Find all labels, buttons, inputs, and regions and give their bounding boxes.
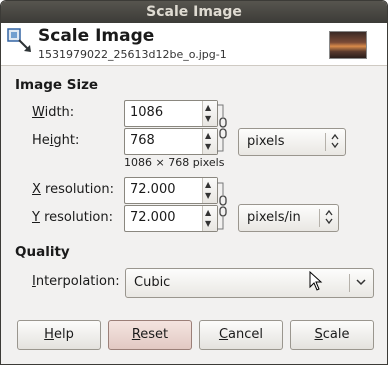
scale-image-icon [7,28,31,52]
size-unit-select[interactable]: pixels [238,128,346,156]
scale-button-label: Scale [314,327,350,342]
pixel-dimensions-text: 1086 × 768 pixels [124,156,225,169]
height-spinbutton[interactable]: 768 ▲ ▼ [124,128,218,155]
scale-image-dialog: Scale Image Scale Image 1531979022_25613… [0,0,388,365]
chevron-down-icon [355,273,367,295]
width-label: Width: [32,105,75,120]
x-resolution-value: 72.000 [130,182,176,197]
interpolation-label: Interpolation: [32,274,120,289]
help-button-label: Help [44,327,74,342]
help-button[interactable]: Help [17,320,101,350]
image-size-heading: Image Size [15,77,99,93]
spin-up-icon[interactable]: ▲ [205,103,211,113]
spin-down-icon[interactable]: ▼ [205,114,211,124]
quality-heading: Quality [15,244,70,260]
spin-down-icon[interactable]: ▼ [205,191,211,201]
interpolation-select[interactable]: Cubic [125,268,374,298]
cancel-button-label: Cancel [218,327,264,342]
cancel-button[interactable]: Cancel [199,320,283,350]
width-spinbutton[interactable]: 1086 ▲ ▼ [124,100,218,127]
spin-down-icon[interactable]: ▼ [205,142,211,152]
y-resolution-label: Y resolution: [32,210,114,225]
x-resolution-spin-arrows[interactable]: ▲ ▼ [202,178,217,203]
resolution-unit-value: pixels/in [247,210,301,225]
arrow-cursor-icon [309,271,323,291]
resolution-unit-select[interactable]: pixels/in [238,204,339,232]
dialog-header: Scale Image 1531979022_25613d12be_o.jpg-… [1,23,387,66]
spin-up-icon[interactable]: ▲ [205,131,211,141]
combo-separator [319,209,320,227]
header-title: Scale Image [38,26,155,46]
size-unit-value: pixels [247,134,285,149]
height-label: Height: [32,133,80,148]
width-spin-arrows[interactable]: ▲ ▼ [202,101,217,126]
window-title: Scale Image [1,1,387,23]
height-value: 768 [130,133,155,148]
height-spin-arrows[interactable]: ▲ ▼ [202,129,217,154]
image-thumbnail [329,31,367,59]
combo-arrows-icon [330,132,340,153]
x-resolution-label: X resolution: [32,182,114,197]
chain-link-icon[interactable] [216,103,228,153]
y-resolution-value: 72.000 [130,210,176,225]
combo-separator [349,274,350,292]
interpolation-value: Cubic [134,275,171,290]
width-value: 1086 [130,105,164,120]
y-resolution-spin-arrows[interactable]: ▲ ▼ [202,206,217,231]
chain-link-icon[interactable] [216,181,228,231]
reset-button-label: Reset [131,327,169,342]
combo-arrows-icon [324,208,334,229]
header-subtitle: 1531979022_25613d12be_o.jpg-1 [38,48,227,61]
spin-up-icon[interactable]: ▲ [205,208,211,218]
reset-button[interactable]: Reset [108,320,192,350]
x-resolution-spinbutton[interactable]: 72.000 ▲ ▼ [124,177,218,204]
scale-button[interactable]: Scale [290,320,374,350]
spin-down-icon[interactable]: ▼ [205,219,211,229]
spin-up-icon[interactable]: ▲ [205,180,211,190]
y-resolution-spinbutton[interactable]: 72.000 ▲ ▼ [124,205,218,232]
combo-separator [325,133,326,151]
